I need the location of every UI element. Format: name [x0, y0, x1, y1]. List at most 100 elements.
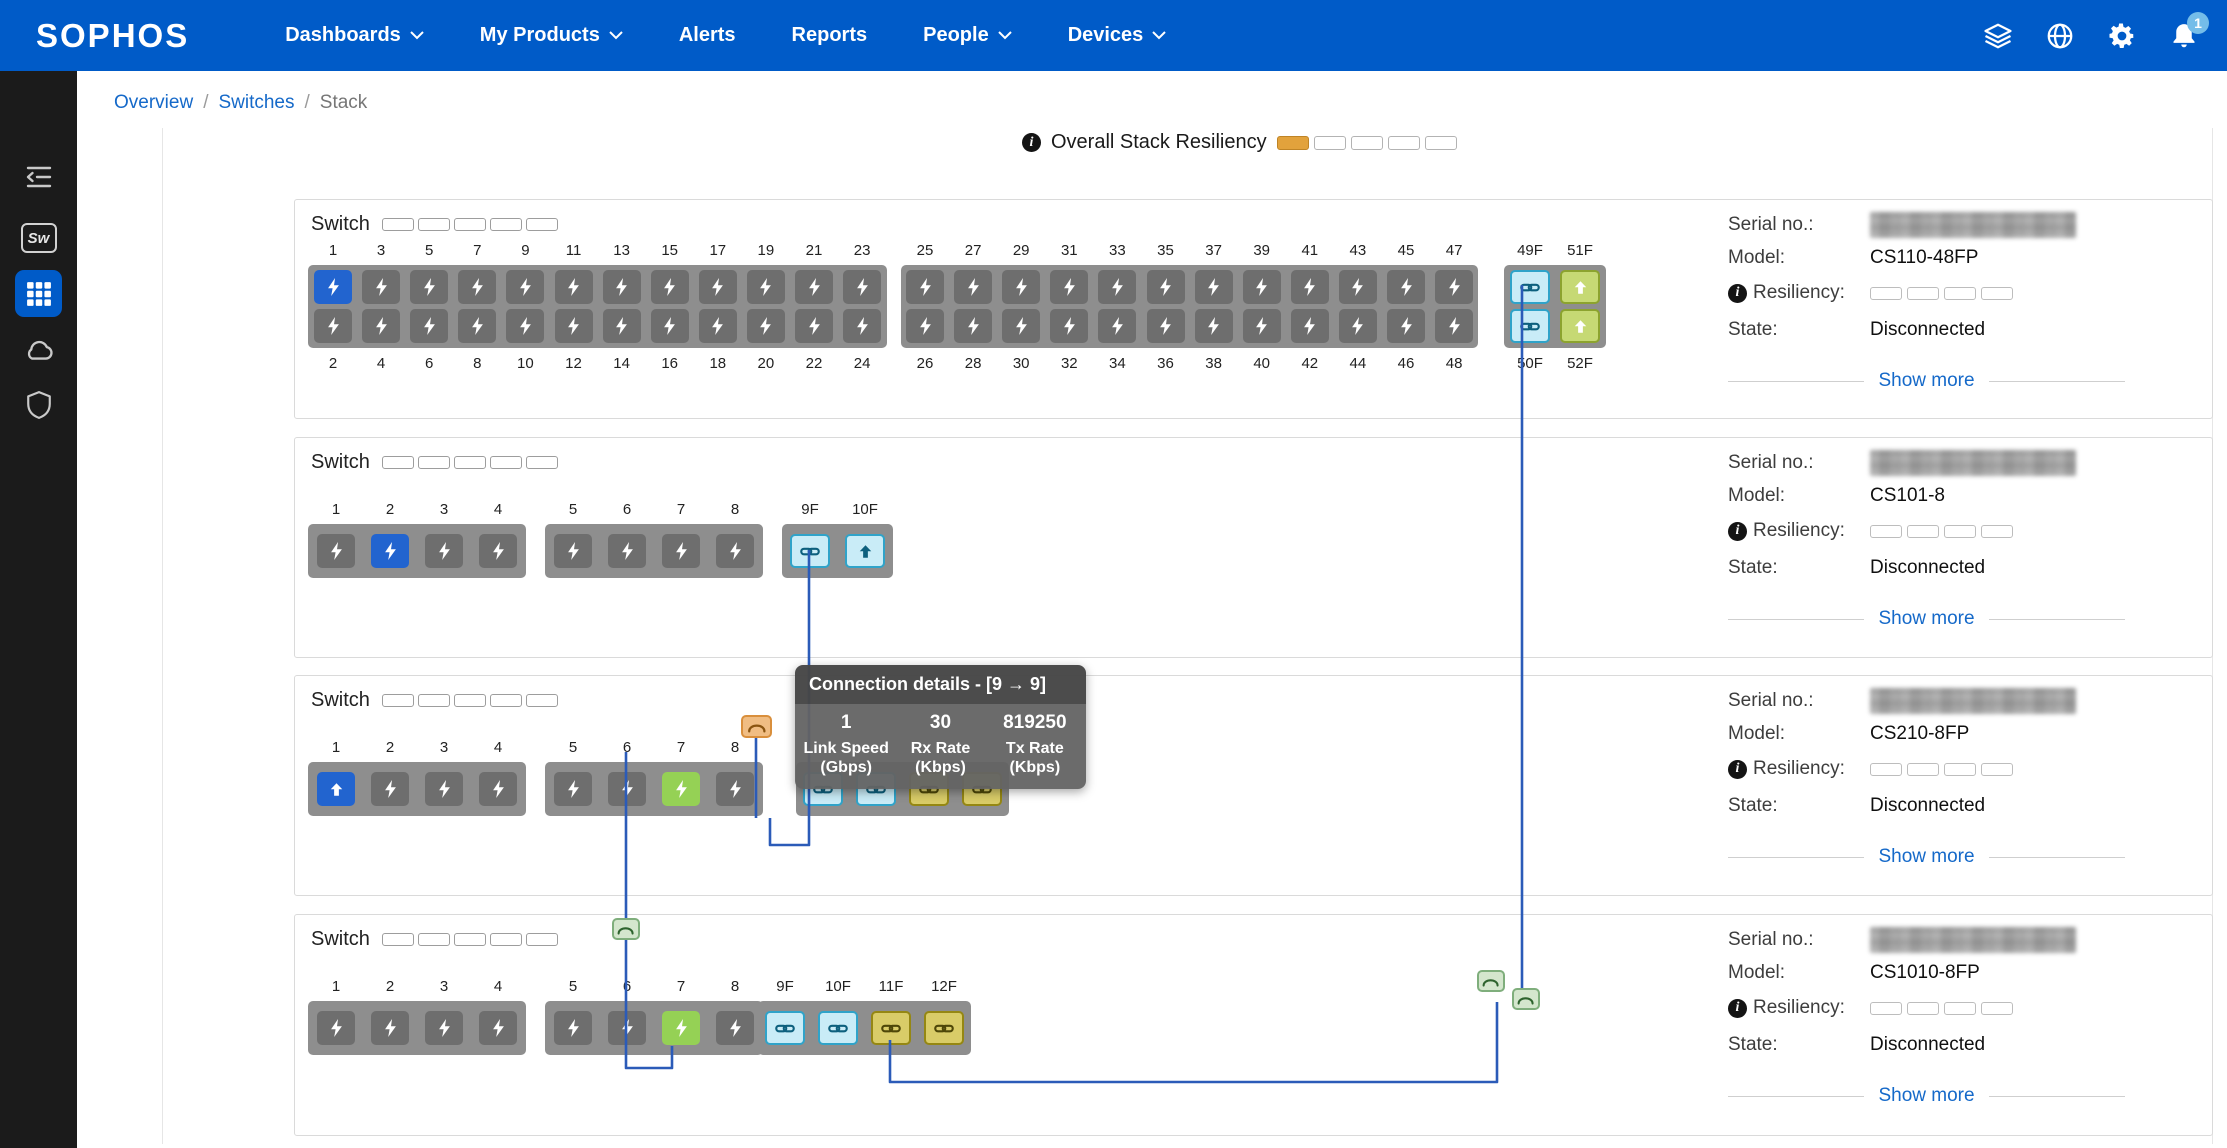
switch-port[interactable] — [410, 270, 448, 304]
switch-port[interactable] — [1560, 270, 1600, 304]
switch-port[interactable] — [314, 309, 352, 343]
show-more-link[interactable]: Show more — [1878, 608, 1974, 630]
switch-port[interactable] — [906, 270, 944, 304]
switch-port[interactable] — [506, 270, 544, 304]
switch-port[interactable] — [555, 270, 593, 304]
switch-port[interactable] — [954, 270, 992, 304]
switch-port[interactable] — [790, 534, 830, 568]
switch-port[interactable] — [425, 1011, 463, 1045]
switch-port[interactable] — [1195, 309, 1233, 343]
switch-port[interactable] — [317, 772, 355, 806]
switch-port[interactable] — [608, 772, 646, 806]
switch-port[interactable] — [765, 1011, 805, 1045]
globe-icon[interactable] — [2045, 21, 2075, 51]
switch-port[interactable] — [1387, 270, 1425, 304]
switch-port[interactable] — [458, 309, 496, 343]
switch-port[interactable] — [795, 270, 833, 304]
switch-port[interactable] — [1387, 309, 1425, 343]
switch-port[interactable] — [1560, 309, 1600, 343]
switch-port[interactable] — [924, 1011, 964, 1045]
switch-port[interactable] — [603, 270, 641, 304]
switch-port[interactable] — [1510, 309, 1550, 343]
switch-port[interactable] — [410, 309, 448, 343]
switch-port[interactable] — [716, 772, 754, 806]
switch-port[interactable] — [479, 1011, 517, 1045]
switch-port[interactable] — [1339, 309, 1377, 343]
switch-port[interactable] — [608, 1011, 646, 1045]
switch-port[interactable] — [843, 309, 881, 343]
switch-port[interactable] — [425, 772, 463, 806]
switch-port[interactable] — [845, 534, 885, 568]
switch-port[interactable] — [1195, 270, 1233, 304]
switch-port[interactable] — [1147, 309, 1185, 343]
switch-port[interactable] — [1002, 309, 1040, 343]
switch-port[interactable] — [716, 534, 754, 568]
nav-item-my-products[interactable]: My Products — [480, 24, 623, 47]
switch-port[interactable] — [554, 1011, 592, 1045]
switch-port[interactable] — [371, 1011, 409, 1045]
switch-port[interactable] — [554, 534, 592, 568]
nav-item-people[interactable]: People — [923, 24, 1012, 47]
switch-port[interactable] — [699, 309, 737, 343]
switch-port[interactable] — [479, 772, 517, 806]
nav-item-reports[interactable]: Reports — [792, 24, 868, 47]
switch-port[interactable] — [1098, 270, 1136, 304]
switch-port[interactable] — [843, 270, 881, 304]
nav-item-dashboards[interactable]: Dashboards — [285, 24, 424, 47]
switch-port[interactable] — [662, 772, 700, 806]
switch-port[interactable] — [662, 534, 700, 568]
switch-port[interactable] — [1435, 270, 1473, 304]
cloud-icon[interactable] — [0, 340, 77, 361]
collapse-sidebar-icon[interactable] — [0, 164, 77, 190]
switch-port[interactable] — [1243, 270, 1281, 304]
switch-port[interactable] — [795, 309, 833, 343]
nav-item-devices[interactable]: Devices — [1068, 24, 1167, 47]
nav-item-alerts[interactable]: Alerts — [679, 24, 736, 47]
switch-port[interactable] — [371, 534, 409, 568]
switch-port[interactable] — [555, 309, 593, 343]
layers-icon[interactable] — [1983, 21, 2013, 51]
switch-port[interactable] — [1291, 270, 1329, 304]
switch-port[interactable] — [1050, 309, 1088, 343]
switch-port[interactable] — [1002, 270, 1040, 304]
switch-port[interactable] — [699, 270, 737, 304]
show-more-link[interactable]: Show more — [1878, 846, 1974, 868]
connection-hop-icon-green[interactable] — [612, 918, 640, 940]
switch-port[interactable] — [651, 270, 689, 304]
switch-port[interactable] — [1243, 309, 1281, 343]
switch-port[interactable] — [458, 270, 496, 304]
switch-port[interactable] — [425, 534, 463, 568]
switch-port[interactable] — [1291, 309, 1329, 343]
switch-port[interactable] — [662, 1011, 700, 1045]
switch-port[interactable] — [1339, 270, 1377, 304]
switch-port[interactable] — [554, 772, 592, 806]
switch-port[interactable] — [747, 309, 785, 343]
switch-port[interactable] — [747, 270, 785, 304]
bell-icon[interactable]: 1 — [2169, 21, 2199, 51]
switch-port[interactable] — [1050, 270, 1088, 304]
show-more-link[interactable]: Show more — [1878, 370, 1974, 392]
gear-icon[interactable] — [2107, 21, 2137, 51]
shield-icon[interactable] — [0, 391, 77, 419]
breadcrumb-switches[interactable]: Switches — [218, 92, 294, 114]
switch-port[interactable] — [362, 309, 400, 343]
switch-port[interactable] — [371, 772, 409, 806]
apps-grid-icon-active[interactable] — [15, 270, 62, 317]
switch-port[interactable] — [603, 309, 641, 343]
switch-port[interactable] — [1098, 309, 1136, 343]
switch-port[interactable] — [716, 1011, 754, 1045]
switch-port[interactable] — [651, 309, 689, 343]
switch-port[interactable] — [1510, 270, 1550, 304]
switch-port[interactable] — [1147, 270, 1185, 304]
switch-port[interactable] — [954, 309, 992, 343]
switch-port[interactable] — [818, 1011, 858, 1045]
show-more-link[interactable]: Show more — [1878, 1085, 1974, 1107]
switch-port[interactable] — [608, 534, 646, 568]
switch-port[interactable] — [871, 1011, 911, 1045]
switch-port[interactable] — [317, 534, 355, 568]
switch-port[interactable] — [479, 534, 517, 568]
connection-hop-icon-green[interactable] — [1477, 970, 1505, 992]
connection-hop-icon-orange[interactable] — [741, 715, 772, 738]
switch-port[interactable] — [506, 309, 544, 343]
switch-port[interactable] — [317, 1011, 355, 1045]
